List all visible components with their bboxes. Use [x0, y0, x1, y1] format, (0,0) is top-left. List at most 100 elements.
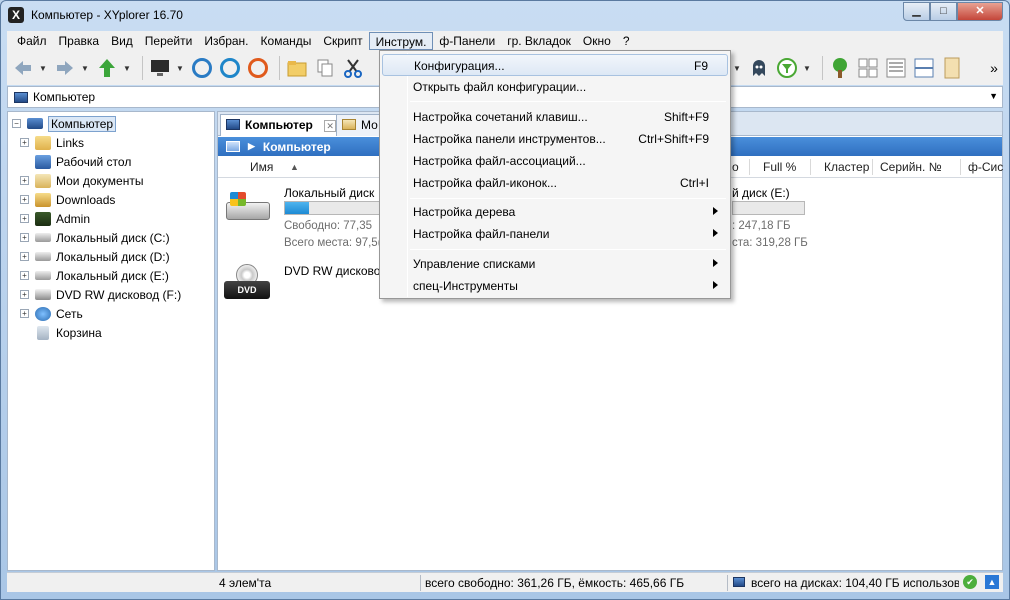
expand-icon[interactable]: +: [20, 214, 29, 223]
menu-view[interactable]: Вид: [105, 32, 139, 50]
expand-icon[interactable]: +: [20, 290, 29, 299]
tree-item-drive-d[interactable]: + Локальный диск (D:): [8, 247, 214, 266]
downloads-icon: [35, 192, 51, 207]
expand-icon[interactable]: +: [20, 138, 29, 147]
expand-icon[interactable]: +: [20, 195, 29, 204]
copy-button[interactable]: [313, 56, 337, 80]
menu-item-list-management[interactable]: Управление списками: [382, 253, 728, 275]
breadcrumb-item-computer[interactable]: Компьютер: [263, 140, 331, 154]
dual-pane-button[interactable]: [912, 56, 936, 80]
filter-button[interactable]: [775, 56, 799, 80]
drive-total: ста: 319,28 ГБ: [732, 237, 808, 249]
preview-button[interactable]: [940, 56, 964, 80]
column-serial[interactable]: Серийн. №: [880, 160, 942, 174]
toolbar-dropdown-icon[interactable]: ▼: [733, 64, 741, 73]
menu-edit[interactable]: Правка: [53, 32, 106, 50]
ghost-button[interactable]: [747, 56, 771, 80]
tab-computer[interactable]: Компьютер ✕: [220, 114, 342, 136]
computer-dropdown-icon[interactable]: ▼: [176, 64, 184, 73]
menu-script[interactable]: Скрипт: [317, 32, 368, 50]
thumbnails-button[interactable]: [856, 56, 880, 80]
forward-button[interactable]: [53, 56, 77, 80]
expand-icon[interactable]: +: [20, 309, 29, 318]
windows-drive-icon: [224, 192, 270, 222]
tree-item-downloads[interactable]: + Downloads: [8, 190, 214, 209]
tree-item-label: Мои документы: [56, 173, 144, 188]
menu-item-customize-keyboard[interactable]: Настройка сочетаний клавиш... Shift+F9: [382, 106, 728, 128]
tree-item-drive-c[interactable]: + Локальный диск (C:): [8, 228, 214, 247]
column-divider[interactable]: [749, 159, 750, 175]
column-name[interactable]: Имя: [250, 160, 273, 174]
details-view-button[interactable]: [884, 56, 908, 80]
tree-item-links[interactable]: + Links: [8, 133, 214, 152]
tree-item-documents[interactable]: + Мои документы: [8, 171, 214, 190]
drive-name: й диск (E:): [732, 186, 790, 200]
column-partial[interactable]: о: [732, 160, 739, 174]
filter-dropdown-icon[interactable]: ▼: [803, 64, 811, 73]
ok-status-icon[interactable]: ✔: [963, 575, 977, 589]
history-button[interactable]: [246, 56, 270, 80]
breadcrumb-arrow-icon[interactable]: ▶: [248, 141, 255, 152]
collapse-icon[interactable]: −: [12, 119, 21, 128]
drive-tile-e[interactable]: й диск (E:) : 247,18 ГБ ста: 319,28 ГБ: [732, 186, 972, 256]
tree-item-admin[interactable]: + Admin: [8, 209, 214, 228]
back-button[interactable]: [11, 56, 35, 80]
address-input[interactable]: Компьютер: [33, 90, 95, 104]
expand-icon[interactable]: +: [20, 271, 29, 280]
new-folder-button[interactable]: [285, 56, 309, 80]
tree-button[interactable]: [828, 56, 852, 80]
column-filesystem[interactable]: ф-Сис: [968, 160, 1003, 174]
tree-item-drive-e[interactable]: + Локальный диск (E:): [8, 266, 214, 285]
computer-button[interactable]: [148, 56, 172, 80]
menu-item-label: Настройка панели инструментов...: [413, 132, 606, 146]
menu-commands[interactable]: Команды: [255, 32, 318, 50]
target-button[interactable]: [190, 56, 214, 80]
menu-tools[interactable]: Инструм.: [368, 32, 434, 50]
tree-item-dvd-f[interactable]: + DVD RW дисковод (F:): [8, 285, 214, 304]
column-divider[interactable]: [810, 159, 811, 175]
menu-tabsets[interactable]: гр. Вкладок: [501, 32, 577, 50]
tree-item-desktop[interactable]: Рабочий стол: [8, 152, 214, 171]
toolbar-overflow-button[interactable]: »: [982, 56, 1006, 80]
menu-item-special-tools[interactable]: спец-Инструменты: [382, 275, 728, 297]
menu-item-customize-toolbar[interactable]: Настройка панели инструментов... Ctrl+Sh…: [382, 128, 728, 150]
menu-item-file-icons[interactable]: Настройка файл-иконок... Ctrl+I: [382, 172, 728, 194]
folder-tree: − Компьютер + Links Рабочий стол + Мои д…: [7, 111, 215, 571]
column-divider[interactable]: [960, 159, 961, 175]
tree-item-recycle-bin[interactable]: Корзина: [8, 323, 214, 342]
tree-item-network[interactable]: + Сеть: [8, 304, 214, 323]
expand-icon[interactable]: +: [20, 252, 29, 261]
menu-item-file-associations[interactable]: Настройка файл-ассоциаций...: [382, 150, 728, 172]
find-button[interactable]: [218, 56, 242, 80]
menu-go[interactable]: Перейти: [139, 32, 199, 50]
menu-item-file-panel-settings[interactable]: Настройка файл-панели: [382, 223, 728, 245]
back-dropdown-icon[interactable]: ▼: [39, 64, 47, 73]
dual-pane-icon: [914, 58, 934, 78]
up-button[interactable]: [95, 56, 119, 80]
cut-button[interactable]: [341, 56, 365, 80]
column-divider[interactable]: [872, 159, 873, 175]
menu-favorites[interactable]: Избран.: [198, 32, 254, 50]
menu-item-open-config-file[interactable]: Открыть файл конфигурации...: [382, 76, 728, 98]
menu-item-label: Настройка файл-панели: [413, 227, 550, 241]
computer-icon: [226, 141, 240, 152]
forward-dropdown-icon[interactable]: ▼: [81, 64, 89, 73]
scroll-up-icon[interactable]: ▲: [985, 575, 999, 589]
column-full-percent[interactable]: Full %: [763, 160, 796, 174]
menu-item-tree-settings[interactable]: Настройка дерева: [382, 201, 728, 223]
close-button[interactable]: ✕: [957, 2, 1003, 21]
menu-item-configuration[interactable]: Конфигурация... F9: [382, 54, 728, 76]
column-cluster[interactable]: Кластер: [824, 160, 869, 174]
tab-close-icon[interactable]: ✕: [324, 120, 337, 132]
menu-help[interactable]: ?: [617, 32, 636, 50]
maximize-button[interactable]: □: [930, 2, 957, 21]
expand-icon[interactable]: +: [20, 176, 29, 185]
tree-item-computer[interactable]: − Компьютер: [8, 114, 214, 133]
menu-panels[interactable]: ф-Панели: [433, 32, 501, 50]
up-dropdown-icon[interactable]: ▼: [123, 64, 131, 73]
expand-icon[interactable]: +: [20, 233, 29, 242]
menu-window[interactable]: Окно: [577, 32, 617, 50]
menu-file[interactable]: Файл: [11, 32, 53, 50]
address-dropdown-icon[interactable]: ▼: [989, 91, 998, 101]
minimize-button[interactable]: ▁: [903, 2, 930, 21]
